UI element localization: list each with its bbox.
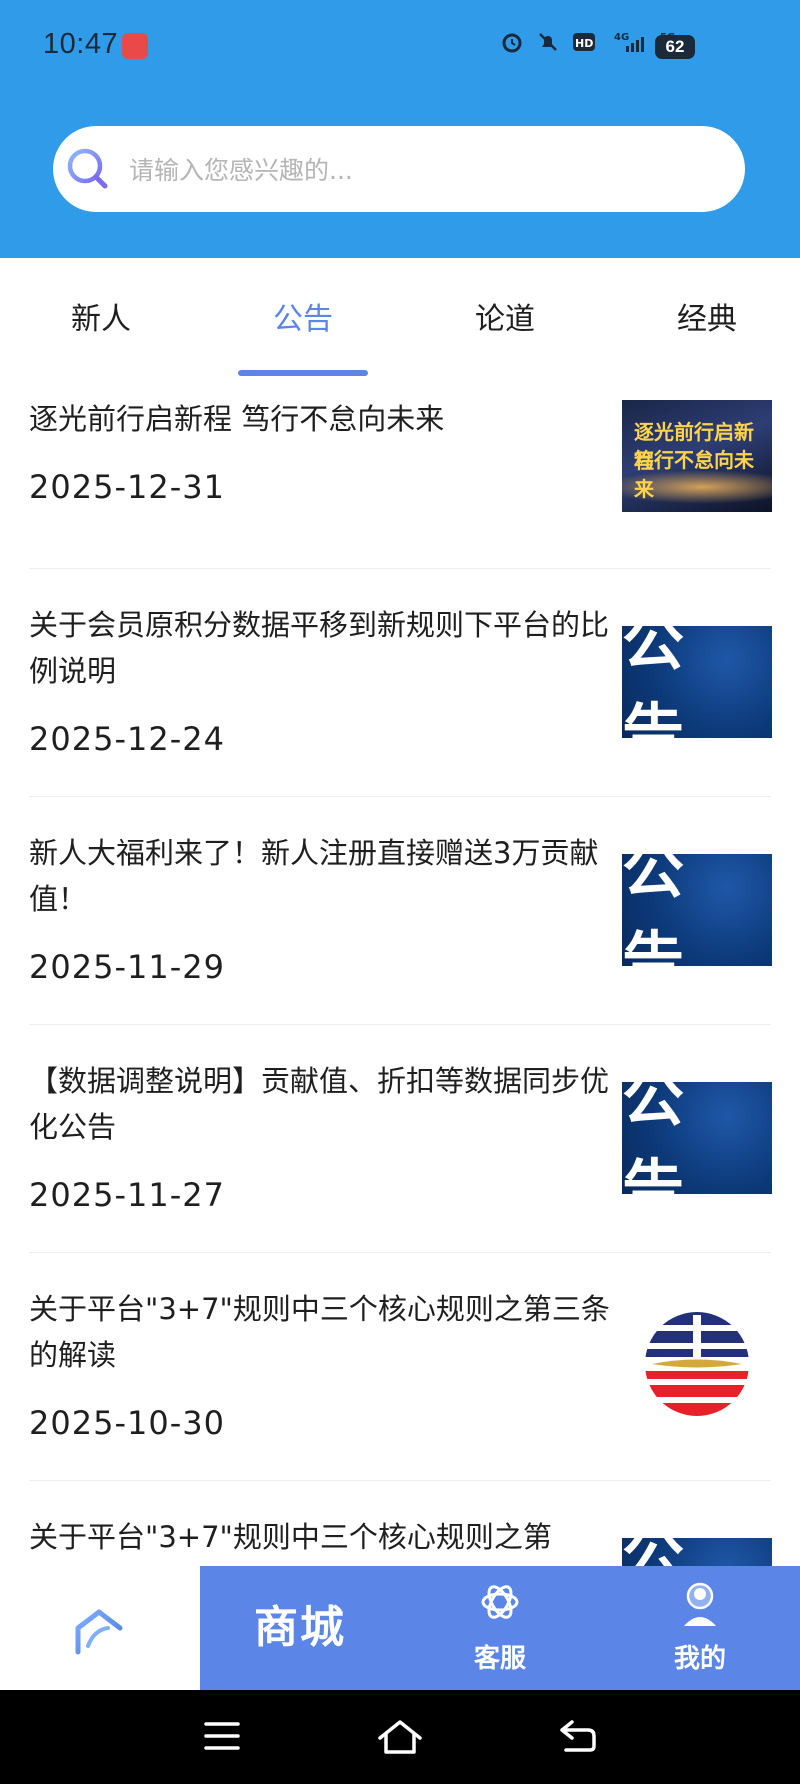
article-thumbnail: 公告	[622, 626, 772, 738]
article-thumbnail	[622, 1304, 772, 1424]
article-title: 逐光前行启新程 笃行不怠向未来	[29, 402, 445, 436]
home-icon	[75, 1609, 123, 1655]
article-title: 【数据调整说明】贡献值、折扣等数据同步优化公告	[29, 1064, 610, 1144]
article-thumbnail: 公告	[622, 1082, 772, 1194]
tab-classic[interactable]: 经典	[627, 294, 787, 338]
list-item[interactable]: 新人大福利来了！新人注册直接赠送3万贡献值！ 2025-11-29 公告	[29, 796, 772, 1025]
list-item[interactable]: 关于平台"3+7"规则中三个核心规则之第 公告	[29, 1480, 772, 1566]
system-home-icon[interactable]	[376, 1718, 424, 1756]
notification-app-icon	[122, 33, 148, 59]
user-icon	[684, 1582, 716, 1626]
search-input[interactable]	[127, 126, 731, 214]
back-icon[interactable]	[558, 1718, 598, 1754]
tab-discussion[interactable]: 论道	[425, 294, 585, 338]
article-date: 2025-12-31	[29, 468, 225, 506]
signal-4g-icon: 4G	[614, 32, 644, 52]
status-time: 10:47	[43, 28, 119, 60]
svg-text:HD: HD	[575, 37, 593, 50]
app-header: 10:47 HD 4G 5G 62	[0, 0, 800, 258]
bottom-nav: 商城 客服 我的	[0, 1566, 800, 1690]
battery-indicator: 62	[655, 35, 695, 59]
article-thumbnail: 逐光前行启新程 笃行不怠向未来	[622, 400, 772, 512]
tab-newcomer[interactable]: 新人	[21, 294, 181, 338]
nav-customer-service[interactable]: 客服	[400, 1566, 600, 1690]
nav-mine-label: 我的	[673, 1644, 726, 1674]
article-title: 关于平台"3+7"规则中三个核心规则之第三条的解读	[29, 1292, 610, 1372]
search-bar[interactable]	[53, 126, 745, 214]
svg-text:4G: 4G	[614, 32, 629, 43]
article-title: 新人大福利来了！新人注册直接赠送3万贡献值！	[29, 836, 599, 916]
nav-mall[interactable]: 商城	[200, 1566, 400, 1690]
list-item[interactable]: 关于平台"3+7"规则中三个核心规则之第三条的解读 2025-10-30	[29, 1252, 771, 1481]
openai-knot-icon	[481, 1585, 519, 1619]
mute-bell-icon	[539, 33, 557, 51]
thumbnail-caption: 笃行不怠向未来	[634, 448, 754, 501]
article-title: 关于会员原积分数据平移到新规则下平台的比例说明	[29, 608, 610, 688]
article-title: 关于平台"3+7"规则中三个核心规则之第	[29, 1520, 552, 1554]
article-thumbnail: 公告	[622, 1538, 772, 1566]
nav-home[interactable]	[0, 1566, 200, 1690]
article-date: 2025-12-24	[29, 720, 225, 758]
article-list: 逐光前行启新程 笃行不怠向未来 2025-12-31 逐光前行启新程 笃行不怠向…	[0, 376, 800, 1566]
platform-logo-icon	[645, 1312, 749, 1416]
list-item[interactable]: 关于会员原积分数据平移到新规则下平台的比例说明 2025-12-24 公告	[29, 568, 772, 797]
alarm-icon	[502, 33, 522, 53]
tab-announcement[interactable]: 公告	[223, 294, 383, 338]
nav-mine[interactable]: 我的	[600, 1566, 800, 1690]
article-thumbnail: 公告	[622, 854, 772, 966]
article-date: 2025-11-29	[29, 948, 225, 986]
category-tabs: 新人 公告 论道 经典	[0, 258, 800, 376]
list-item[interactable]: 逐光前行启新程 笃行不怠向未来 2025-12-31 逐光前行启新程 笃行不怠向…	[29, 376, 772, 569]
article-date: 2025-11-27	[29, 1176, 225, 1214]
hd-icon: HD	[573, 33, 595, 51]
article-date: 2025-10-30	[29, 1404, 225, 1442]
status-bar: 10:47 HD 4G 5G 62	[0, 0, 800, 95]
system-nav-bar	[0, 1690, 800, 1784]
list-item[interactable]: 【数据调整说明】贡献值、折扣等数据同步优化公告 2025-11-27 公告	[29, 1024, 772, 1253]
menu-icon[interactable]	[202, 1718, 242, 1754]
search-icon	[67, 148, 108, 189]
nav-service-label: 客服	[473, 1644, 526, 1674]
